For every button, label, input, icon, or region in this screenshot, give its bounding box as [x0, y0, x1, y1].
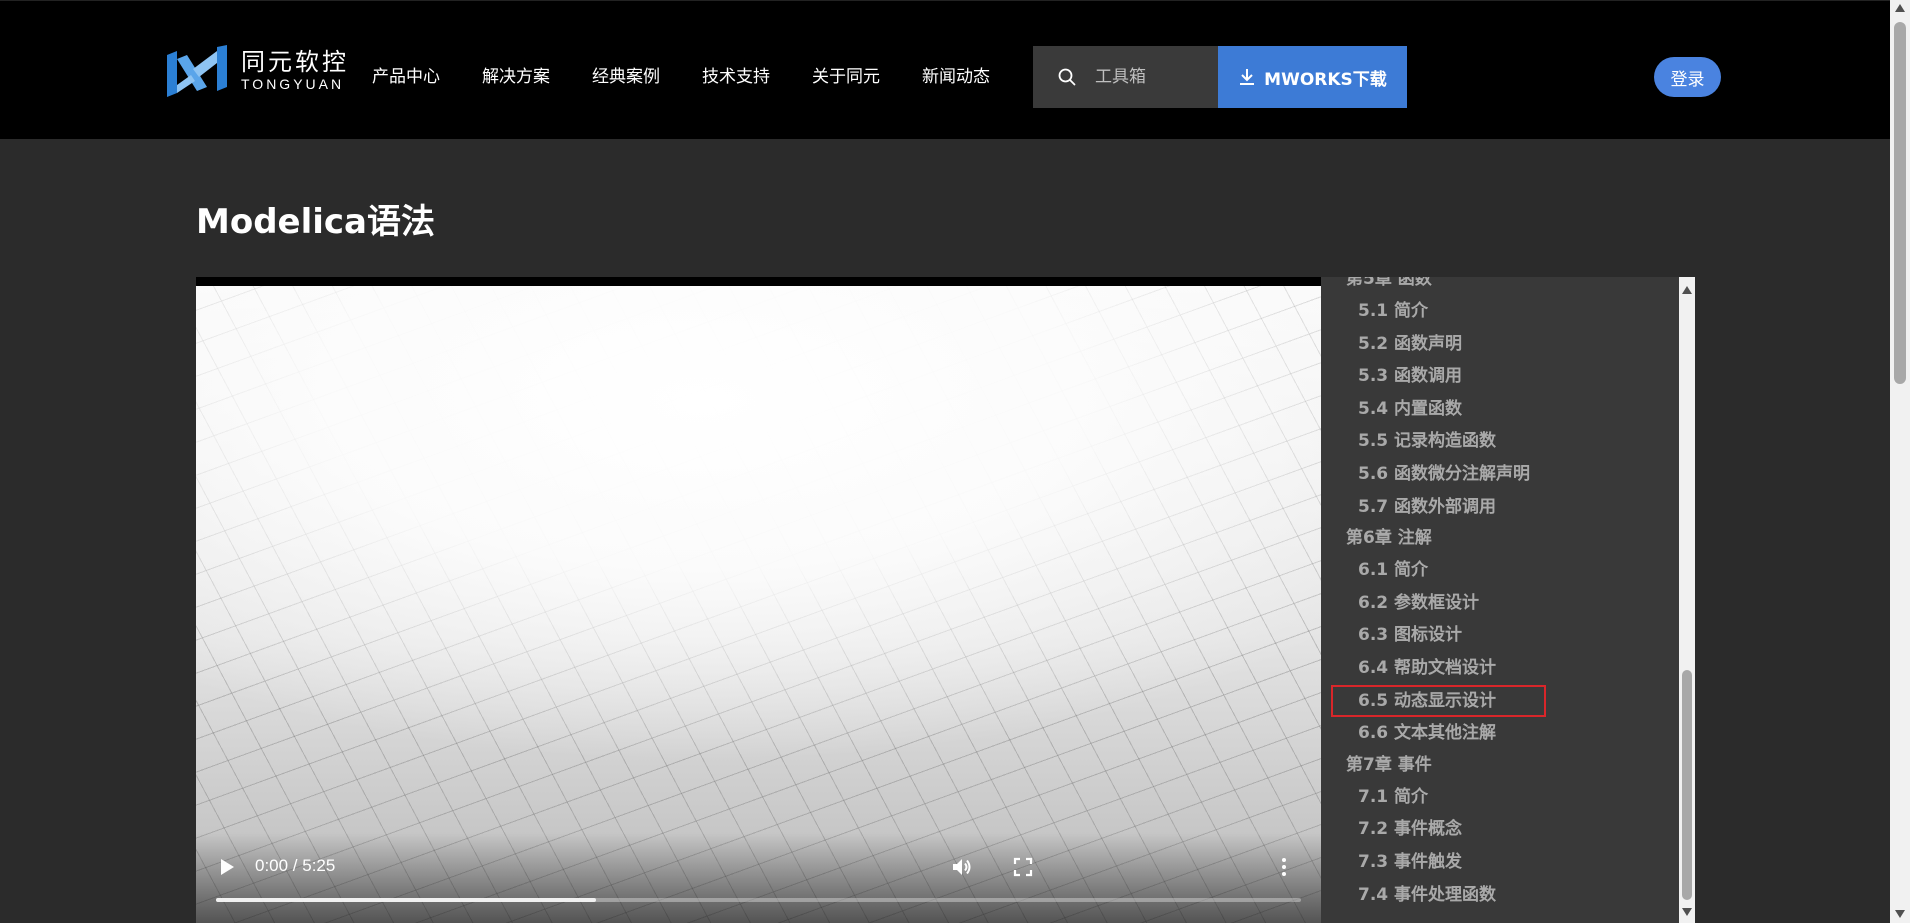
download-label: MWORKS下载	[1264, 69, 1387, 90]
toc-item[interactable]: 5.1 简介	[1321, 295, 1681, 328]
logo-text: 同元软控 TONGYUAN	[241, 49, 349, 93]
nav-item-products[interactable]: 产品中心	[372, 59, 440, 95]
download-button[interactable]: MWORKS下载	[1218, 46, 1407, 108]
scroll-up-arrow-icon[interactable]	[1895, 4, 1905, 12]
video-progress-bar[interactable]	[216, 898, 1301, 902]
search-box[interactable]	[1033, 46, 1218, 108]
toc-item[interactable]: 7.2 事件概念	[1321, 813, 1681, 846]
toc-panel: 第5章 函数 5.1 简介 5.2 函数声明 5.3 函数调用 5.4 内置函数 5.5 …	[1321, 277, 1694, 923]
search-icon	[1058, 68, 1076, 86]
toc-item[interactable]: 5.5 记录构造函数	[1321, 425, 1681, 458]
page-scrollbar-thumb[interactable]	[1894, 22, 1906, 384]
logo-cn: 同元软控	[241, 48, 349, 76]
video-progress-fill	[216, 898, 596, 902]
toc-scrollbar[interactable]	[1679, 277, 1695, 923]
toc-list: 第5章 函数 5.1 简介 5.2 函数声明 5.3 函数调用 5.4 内置函数 5.5 …	[1321, 277, 1681, 911]
nav-item-support[interactable]: 技术支持	[702, 59, 770, 95]
page-scrollbar[interactable]	[1890, 0, 1910, 923]
toc-item[interactable]: 5.6 函数微分注解声明	[1321, 458, 1681, 491]
nav-item-solutions[interactable]: 解决方案	[482, 59, 550, 95]
toc-item[interactable]: 7.4 事件处理函数	[1321, 879, 1681, 912]
toc-item[interactable]: 6.1 简介	[1321, 554, 1681, 587]
play-button[interactable]	[218, 857, 238, 877]
scroll-down-arrow-icon[interactable]	[1895, 910, 1905, 918]
toc-item[interactable]: 6.2 参数框设计	[1321, 587, 1681, 620]
nav-item-cases[interactable]: 经典案例	[592, 59, 660, 95]
logo-mark-icon	[167, 45, 227, 97]
fullscreen-icon[interactable]	[1011, 855, 1035, 879]
toc-item[interactable]: 6.4 帮助文档设计	[1321, 652, 1681, 685]
nav-item-about[interactable]: 关于同元	[812, 59, 880, 95]
toc-item-highlighted[interactable]: 6.5 动态显示设计	[1331, 684, 1546, 718]
toc-item[interactable]: 5.2 函数声明	[1321, 328, 1681, 361]
toc-item[interactable]: 6.3 图标设计	[1321, 619, 1681, 652]
toc-scrollbar-thumb[interactable]	[1682, 670, 1692, 900]
volume-icon[interactable]	[950, 855, 974, 879]
search-input[interactable]	[1095, 67, 1215, 87]
toc-scroll-down-arrow-icon[interactable]	[1682, 908, 1692, 916]
site-header: 同元软控 TONGYUAN 产品中心 解决方案 经典案例 技术支持 关于同元 新…	[0, 0, 1890, 139]
video-time: 0:00 / 5:25	[255, 856, 336, 875]
toc-item[interactable]: 7.3 事件触发	[1321, 846, 1681, 879]
nav-item-news[interactable]: 新闻动态	[922, 59, 990, 95]
toc-chapter[interactable]: 第5章 函数	[1321, 277, 1681, 295]
more-vertical-icon[interactable]	[1272, 855, 1296, 879]
toc-scroll-up-arrow-icon[interactable]	[1682, 286, 1692, 294]
brand-logo[interactable]: 同元软控 TONGYUAN	[163, 45, 353, 97]
video-frame[interactable]	[196, 286, 1321, 923]
download-icon	[1240, 69, 1255, 85]
toc-chapter[interactable]: 第6章 注解	[1321, 523, 1681, 554]
logo-en: TONGYUAN	[241, 76, 345, 92]
login-button[interactable]: 登录	[1654, 57, 1721, 97]
page-title: Modelica语法	[196, 202, 435, 242]
video-player[interactable]: 0:00 / 5:25	[196, 277, 1321, 923]
main-nav: 产品中心 解决方案 经典案例 技术支持 关于同元 新闻动态	[372, 59, 1032, 95]
toc-item[interactable]: 5.7 函数外部调用	[1321, 491, 1681, 524]
toc-item[interactable]: 5.3 函数调用	[1321, 360, 1681, 393]
toc-chapter[interactable]: 第7章 事件	[1321, 750, 1681, 781]
toc-item[interactable]: 7.1 简介	[1321, 781, 1681, 814]
toc-item[interactable]: 5.4 内置函数	[1321, 393, 1681, 426]
video-controls-shade	[196, 833, 1321, 923]
toc-item[interactable]: 6.6 文本其他注解	[1321, 717, 1681, 750]
